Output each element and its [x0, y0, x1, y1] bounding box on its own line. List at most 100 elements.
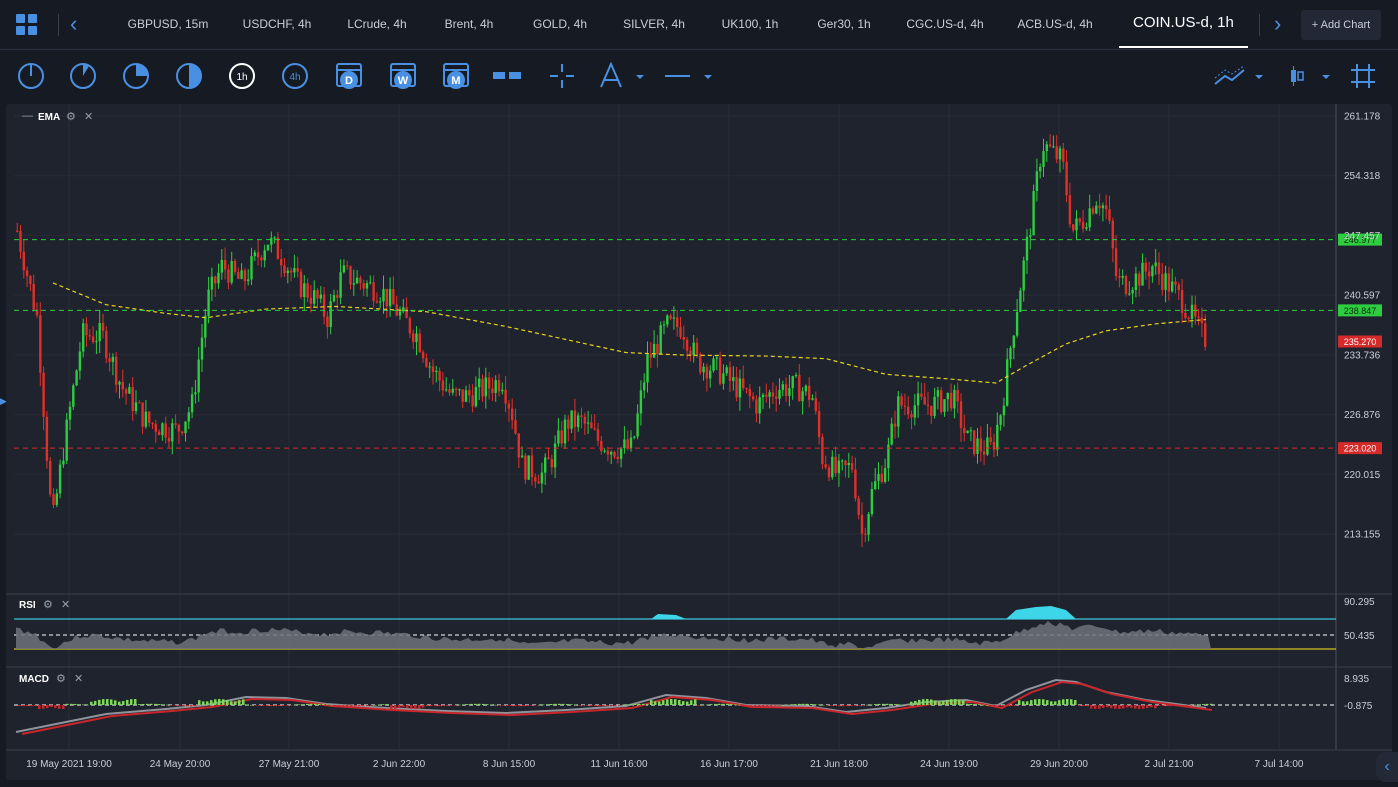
candle-up [841, 460, 844, 462]
candle-up [68, 406, 72, 420]
settings-gear-icon[interactable]: ⚙ [66, 110, 76, 123]
macd-histogram-bar [494, 704, 497, 706]
candle-up [804, 385, 808, 392]
tab-ger30-1h[interactable]: Ger30, 1h [817, 0, 870, 48]
price-chart[interactable]: 246.977238.847223.020235.270261.178254.3… [6, 104, 1392, 780]
candle-down [517, 433, 520, 458]
close-icon[interactable]: ✕ [61, 598, 70, 611]
macd-histogram-bar [1074, 700, 1077, 705]
macd-histogram-bar [1142, 705, 1145, 709]
timeframe-1h-icon[interactable]: 1h [229, 63, 255, 89]
macd-histogram-bar [982, 704, 985, 706]
line-style-icon[interactable] [665, 75, 712, 79]
candle-down [154, 424, 157, 432]
timeframe-1m-icon[interactable] [18, 63, 44, 89]
price-tick-label: 226.876 [1344, 410, 1381, 421]
timeframe-5m-icon[interactable] [70, 63, 96, 89]
candle-up [913, 405, 916, 418]
macd-histogram-bar [154, 703, 157, 705]
macd-histogram-bar [226, 700, 229, 705]
macd-histogram-bar [310, 703, 313, 705]
macd-histogram-bar [390, 705, 393, 709]
macd-histogram-bar [802, 703, 805, 705]
tab-usdchf-4h[interactable]: USDCHF, 4h [243, 0, 312, 48]
daily-calendar-icon[interactable]: D [336, 63, 362, 89]
candle-down [115, 356, 118, 385]
tab-coin-us-d-1h[interactable]: COIN.US-d, 1h [1119, 0, 1248, 48]
macd-histogram-bar [214, 699, 217, 705]
apps-grid-icon[interactable] [16, 14, 38, 36]
crosshair-icon[interactable] [550, 64, 574, 88]
candle-up [577, 415, 580, 428]
chevron-left-icon[interactable]: ‹ [70, 12, 77, 36]
close-icon[interactable]: ✕ [74, 672, 83, 685]
candle-down [530, 455, 534, 478]
tab-brent-4h[interactable]: Brent, 4h [445, 0, 494, 48]
macd-histogram-bar [666, 699, 669, 705]
monthly-calendar-icon[interactable]: M [443, 63, 469, 89]
candle-down [105, 330, 108, 359]
macd-histogram-bar [582, 705, 585, 706]
candle-down [167, 437, 171, 442]
candle-down [844, 460, 847, 466]
range-icon[interactable] [493, 72, 521, 79]
candle-up [890, 423, 893, 445]
timeframe-30m-icon[interactable] [176, 63, 202, 89]
macd-histogram-bar [178, 705, 181, 706]
macd-histogram-bar [414, 705, 417, 709]
tab-gbpusd-15m[interactable]: GBPUSD, 15m [128, 0, 209, 48]
macd-histogram-bar [394, 705, 397, 709]
candle-down [860, 514, 864, 534]
candle-down [814, 398, 817, 412]
tab-acb-us-d-4h[interactable]: ACB.US-d, 4h [1017, 0, 1092, 48]
macd-histogram-bar [106, 699, 109, 705]
candle-down [854, 469, 857, 499]
macd-histogram-bar [94, 700, 97, 705]
macd-histogram-bar [778, 705, 781, 706]
candle-down [1114, 248, 1118, 277]
collapse-icon[interactable]: — [22, 110, 33, 122]
timeframe-4h-icon[interactable]: 4h [282, 63, 308, 89]
candle-up [128, 387, 131, 394]
macd-histogram-bar [774, 705, 777, 706]
macd-histogram-bar [562, 703, 565, 705]
candle-down [1108, 209, 1111, 221]
timeframe-15m-icon[interactable] [123, 63, 149, 89]
close-icon[interactable]: ✕ [84, 110, 93, 123]
chevron-right-icon[interactable]: › [1274, 12, 1281, 36]
macd-histogram-bar [1194, 704, 1197, 706]
candle-up [1164, 273, 1167, 290]
settings-gear-icon[interactable]: ⚙ [56, 672, 66, 685]
macd-histogram-bar [1126, 705, 1129, 708]
add-chart-button[interactable]: + Add Chart [1301, 10, 1381, 40]
tab-uk100-1h[interactable]: UK100, 1h [722, 0, 779, 48]
macd-histogram-bar [370, 705, 373, 706]
weekly-calendar-icon[interactable]: W [390, 63, 416, 89]
tab-lcrude-4h[interactable]: LCrude, 4h [347, 0, 406, 48]
candle-down [930, 405, 933, 416]
ema-line [52, 282, 1207, 384]
tab-gold-4h[interactable]: GOLD, 4h [533, 0, 587, 48]
drawing-tools-icon[interactable] [600, 61, 644, 88]
macd-histogram-bar [558, 703, 561, 705]
macd-histogram-bar [22, 705, 25, 707]
candle-down [1091, 208, 1095, 214]
chart-panel[interactable]: 246.977 238.847 223.020 235.270 261.178 254.3… [6, 104, 1392, 780]
candle-up [1052, 146, 1055, 148]
tab-cgc-us-d-4h[interactable]: CGC.US-d, 4h [906, 0, 983, 48]
chart-type-candles-icon[interactable] [1291, 66, 1330, 86]
settings-gear-icon[interactable]: ⚙ [43, 598, 53, 611]
candle-down [992, 441, 996, 450]
candle-up [332, 295, 336, 302]
grid-icon[interactable] [1351, 64, 1375, 88]
candle-up [996, 424, 999, 450]
tab-bar: ‹ GBPUSD, 15m USDCHF, 4h LCrude, 4h Brent, … [0, 0, 1398, 50]
indicators-icon[interactable] [1214, 65, 1263, 85]
macd-histogram-bar [930, 699, 933, 705]
chevron-left-icon[interactable]: ‹ [1376, 752, 1398, 782]
macd-histogram-bar [150, 703, 153, 705]
tab-silver-4h[interactable]: SILVER, 4h [623, 0, 685, 48]
macd-histogram-bar [222, 699, 225, 705]
left-expand-icon[interactable]: ▶ [0, 396, 7, 406]
candle-down [656, 343, 659, 355]
